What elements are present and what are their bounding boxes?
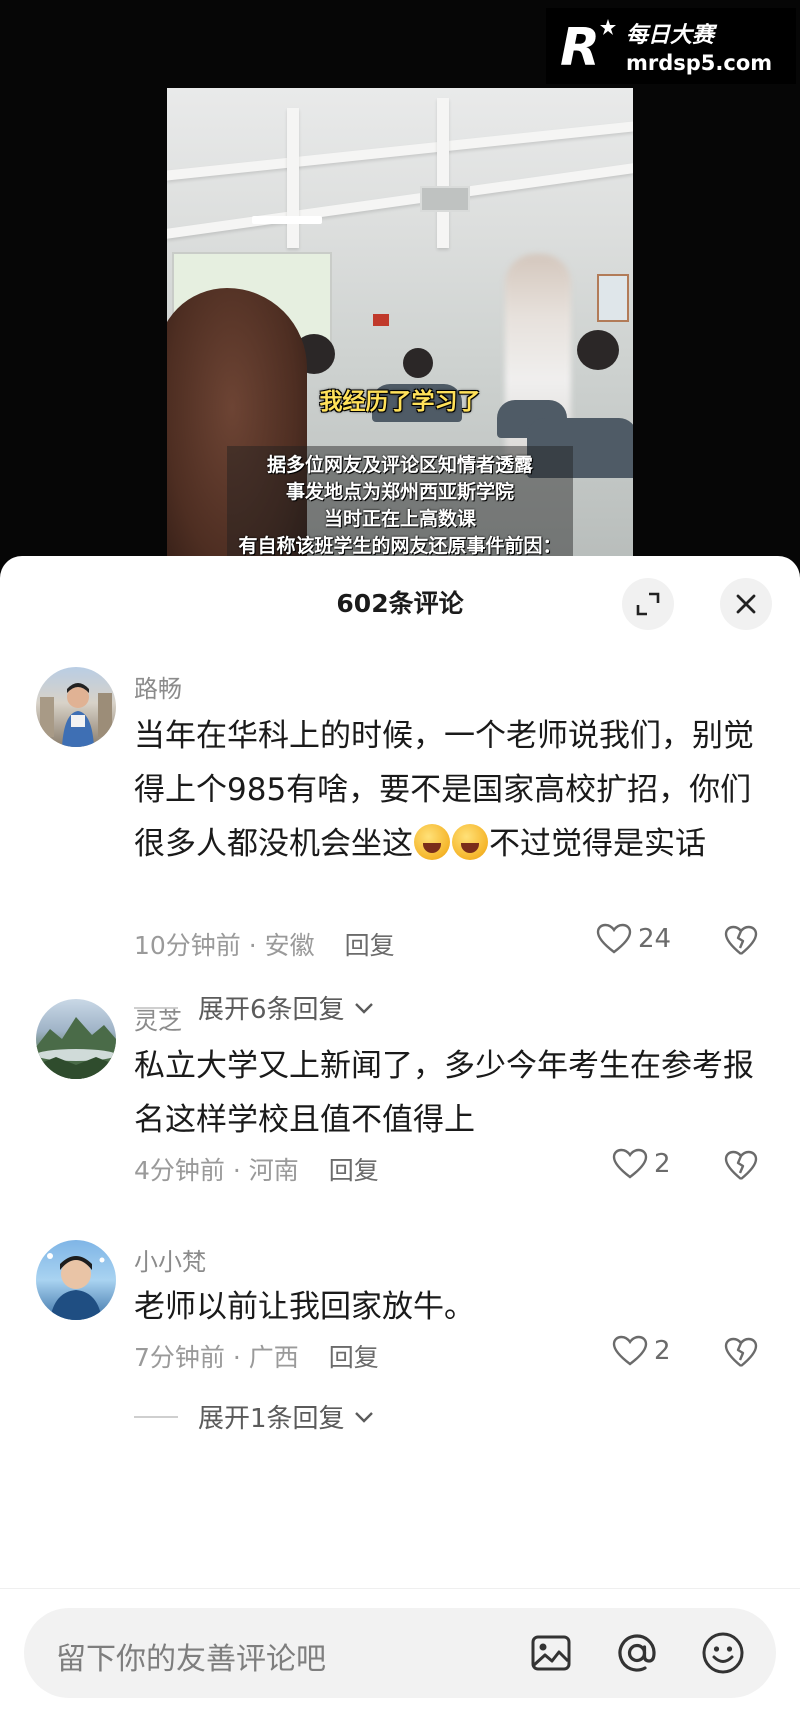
- reply-button[interactable]: 回复: [329, 1343, 379, 1372]
- reply-button[interactable]: 回复: [329, 1156, 379, 1185]
- at-icon: [618, 1634, 656, 1672]
- ceiling-beam: [167, 163, 633, 239]
- video-subtitle-line: 有自称该班学生的网友还原事件前因：: [238, 535, 562, 557]
- expand-replies-button[interactable]: 展开1条回复: [134, 1398, 375, 1435]
- avatar-image: [47, 1253, 105, 1320]
- comment-username[interactable]: 灵芝: [134, 1001, 182, 1036]
- like-button[interactable]: 2: [612, 1148, 671, 1180]
- comment-text: 老师以前让我回家放牛。: [134, 1289, 475, 1325]
- laugh-cry-emoji-icon: [414, 824, 450, 860]
- classroom-window: [597, 274, 629, 322]
- comment-count-title: 602条评论: [336, 589, 464, 618]
- mention-button[interactable]: [614, 1630, 660, 1676]
- emoji-button[interactable]: [700, 1630, 746, 1676]
- student-head: [403, 348, 433, 378]
- like-button[interactable]: 2: [612, 1335, 671, 1367]
- video-area[interactable]: 我经历了学习了 据多位网友及评论区知情者透露 事发地点为郑州西亚斯学院 当时正在…: [0, 0, 800, 570]
- ceiling-beam: [437, 98, 449, 248]
- close-button[interactable]: [720, 578, 772, 630]
- sheet-header: 602条评论: [0, 556, 800, 642]
- watermark-title: 每日大赛: [626, 23, 715, 48]
- expand-icon: [636, 592, 660, 616]
- heart-outline-icon: [612, 1148, 648, 1179]
- wall-sign: [373, 314, 389, 326]
- reply-button[interactable]: 回复: [345, 931, 395, 960]
- avatar[interactable]: [36, 999, 116, 1079]
- comment-time-location: 4分钟前 · 河南: [134, 1156, 299, 1185]
- ceiling-light: [252, 216, 322, 224]
- comment-meta: 7分钟前 · 广西 回复: [134, 1338, 379, 1374]
- heart-outline-icon: [612, 1335, 648, 1366]
- student-head: [577, 330, 619, 370]
- avatar[interactable]: [36, 667, 116, 747]
- dislike-button[interactable]: [724, 925, 758, 961]
- expand-button[interactable]: [622, 578, 674, 630]
- ceiling-beam: [167, 121, 633, 181]
- comment-meta: 10分钟前 · 安徽 回复: [134, 926, 395, 962]
- image-icon: [531, 1635, 571, 1671]
- watermark: R 每日大赛 mrdsp5.com: [546, 8, 796, 84]
- expand-replies-label: 展开1条回复: [198, 1404, 345, 1434]
- expand-replies-label: 展开6条回复: [198, 995, 345, 1025]
- video-subtitle-line: 事发地点为郑州西亚斯学院: [285, 481, 514, 503]
- dislike-button[interactable]: [724, 1150, 758, 1186]
- smiley-icon: [702, 1632, 744, 1674]
- divider-line: [134, 1415, 178, 1418]
- avatar-image: [40, 683, 112, 747]
- comment-time-location: 7分钟前 · 广西: [134, 1343, 299, 1372]
- comment-input-placeholder: 留下你的友善评论吧: [56, 1642, 326, 1677]
- dislike-button[interactable]: [724, 1337, 758, 1373]
- avatar[interactable]: [36, 1240, 116, 1320]
- broken-heart-icon: [724, 925, 758, 955]
- comment-text: 当年在华科上的时候，一个老师说我们，别觉得上个985有啥，要不是国家高校扩招，你…: [134, 718, 754, 862]
- like-count: 2: [654, 1336, 671, 1366]
- comment-input[interactable]: 留下你的友善评论吧: [24, 1608, 776, 1698]
- avatar-image: [36, 1017, 116, 1079]
- comment-time-location: 10分钟前 · 安徽: [134, 931, 315, 960]
- broken-heart-icon: [724, 1337, 758, 1367]
- video-subtitle-line: 据多位网友及评论区知情者透露: [266, 454, 533, 476]
- video-subtitle-line: 当时正在上高数课: [323, 508, 476, 530]
- comment-username[interactable]: 小小梵: [134, 1242, 206, 1277]
- like-count: 24: [638, 924, 672, 954]
- chevron-down-icon: [354, 1411, 373, 1423]
- comment-username[interactable]: 路畅: [134, 669, 182, 704]
- app-screen: 我经历了学习了 据多位网友及评论区知情者透露 事发地点为郑州西亚斯学院 当时正在…: [0, 0, 800, 1715]
- input-divider: [0, 1588, 800, 1589]
- broken-heart-icon: [724, 1150, 758, 1180]
- like-count: 2: [654, 1149, 671, 1179]
- chevron-down-icon: [354, 1002, 373, 1014]
- image-button[interactable]: [528, 1630, 574, 1676]
- ceiling-beam: [287, 108, 299, 248]
- like-button[interactable]: 24: [596, 923, 671, 955]
- comments-sheet: 602条评论 路畅 当年在华科上的时候，一个老师说我们，别觉得上个985有啥，要…: [0, 556, 800, 1715]
- projector: [420, 186, 470, 212]
- comment-meta: 4分钟前 · 河南 回复: [134, 1151, 379, 1187]
- comment-text: 私立大学又上新闻了，多少今年考生在参考报名这样学校且值不值得上: [134, 1048, 754, 1138]
- heart-outline-icon: [596, 923, 632, 954]
- video-frame[interactable]: 我经历了学习了 据多位网友及评论区知情者透露 事发地点为郑州西亚斯学院 当时正在…: [167, 88, 633, 570]
- video-caption: 我经历了学习了: [319, 389, 481, 415]
- laugh-cry-emoji-icon: [452, 824, 488, 860]
- watermark-url: mrdsp5.com: [626, 51, 773, 75]
- r-logo-icon: R: [560, 18, 616, 78]
- watermark-logo: R: [556, 15, 618, 78]
- svg-text:R: R: [560, 18, 600, 77]
- close-icon: [736, 594, 756, 614]
